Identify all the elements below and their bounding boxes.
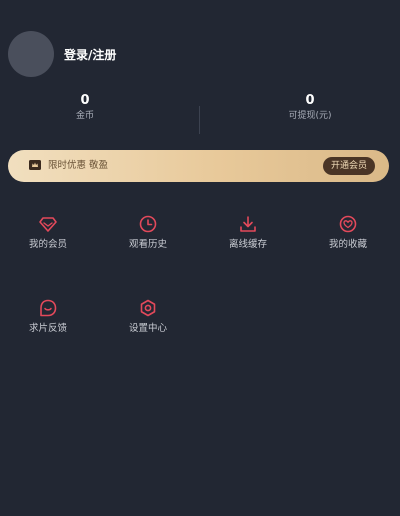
menu-label: 离线缓存 xyxy=(228,239,267,250)
stats-bar: 0 金币 0 可提现(元) xyxy=(0,92,400,138)
feedback-icon xyxy=(40,299,57,317)
settings-icon xyxy=(140,299,156,317)
menu-label: 设置中心 xyxy=(128,323,167,334)
vip-banner[interactable]: 限时优惠 敬盈 开通会员 xyxy=(8,150,389,182)
menu-request-feedback[interactable]: 求片反馈 xyxy=(8,298,88,335)
crown-icon xyxy=(29,160,41,170)
menu-watch-history[interactable]: 观看历史 xyxy=(108,214,188,251)
menu-label: 求片反馈 xyxy=(28,323,67,334)
coins-stat[interactable]: 0 金币 xyxy=(0,92,185,122)
menu-label: 我的收藏 xyxy=(328,239,367,250)
stats-divider xyxy=(199,106,200,134)
login-register-link[interactable]: 登录/注册 xyxy=(64,46,116,63)
download-icon xyxy=(240,216,256,232)
menu-label: 我的会员 xyxy=(28,239,67,250)
menu-offline-cache[interactable]: 离线缓存 xyxy=(208,214,288,251)
heart-icon xyxy=(339,215,357,233)
menu-settings-center[interactable]: 设置中心 xyxy=(108,298,188,335)
menu-my-membership[interactable]: 我的会员 xyxy=(8,214,88,251)
menu-my-favorites[interactable]: 我的收藏 xyxy=(308,214,388,251)
vip-promo-text: 限时优惠 敬盈 xyxy=(48,160,109,171)
diamond-icon xyxy=(39,217,57,232)
menu-label: 观看历史 xyxy=(128,239,167,250)
coins-value: 0 xyxy=(80,93,90,108)
withdrawable-value: 0 xyxy=(305,93,315,108)
coins-label: 金币 xyxy=(75,111,94,121)
avatar[interactable] xyxy=(8,31,54,77)
withdrawable-stat[interactable]: 0 可提现(元) xyxy=(210,92,400,122)
clock-icon xyxy=(139,215,157,233)
open-vip-button[interactable]: 开通会员 xyxy=(322,157,375,175)
withdrawable-label: 可提现(元) xyxy=(288,111,332,121)
